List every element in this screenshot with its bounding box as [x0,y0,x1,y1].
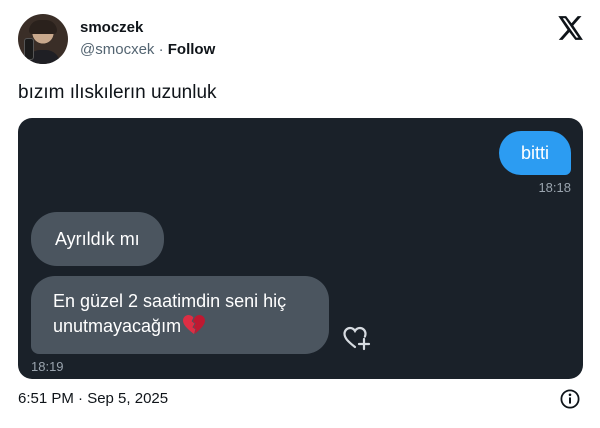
incoming-time: 18:19 [31,359,64,374]
outgoing-message: bitti [498,131,571,175]
broken-heart-icon [183,315,206,334]
tweet-header: smoczek @smocxek · Follow [18,14,584,66]
incoming-message: Ayrıldık mı [31,212,164,266]
separator-dot: · [158,41,164,58]
follow-button[interactable]: Follow [168,41,216,58]
incoming-message-text: En güzel 2 saatimdin seni hiç unutmayaca… [53,291,287,336]
author-name[interactable]: smoczek [80,19,143,36]
tweet-timestamp[interactable]: 6:51 PM · Sep 5, 2025 [18,390,168,407]
incoming-message: En güzel 2 saatimdin seni hiç unutmayaca… [31,276,329,354]
avatar[interactable] [18,14,68,64]
author-handle-row: @smocxek · Follow [80,41,215,58]
author-handle[interactable]: @smocxek [80,41,154,58]
heart-plus-icon[interactable] [342,325,372,351]
x-logo-icon[interactable] [558,16,584,40]
outgoing-time: 18:18 [538,180,571,195]
tweet-text: bızım ılıskılerın uzunluk [18,82,217,103]
info-icon[interactable] [560,389,580,409]
chat-screenshot[interactable]: bitti 18:18 Ayrıldık mı En güzel 2 saati… [18,118,583,379]
